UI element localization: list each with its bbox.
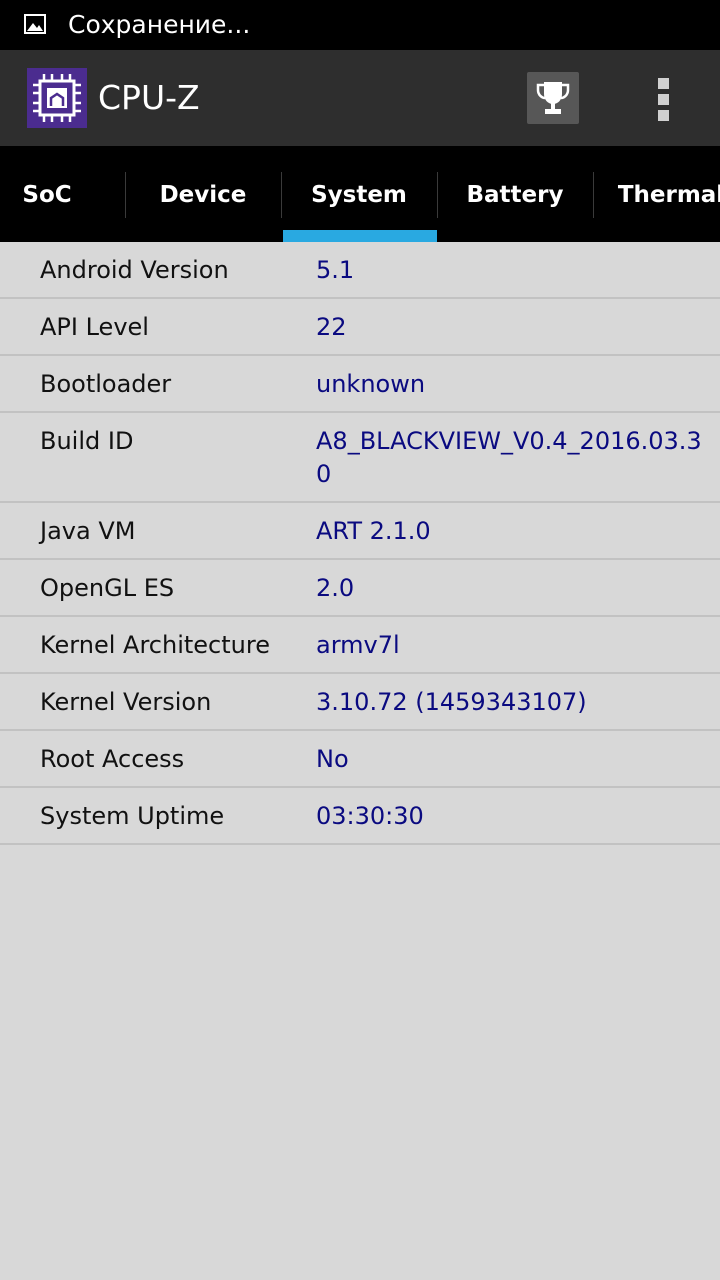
tab-bar: SoC Device System Battery Thermal bbox=[0, 146, 720, 242]
info-row-api-level: API Level 22 bbox=[0, 299, 720, 356]
info-row-android-version: Android Version 5.1 bbox=[0, 242, 720, 299]
info-row-build-id: Build ID A8_BLACKVIEW_V0.4_2016.03.30 bbox=[0, 413, 720, 503]
info-value: 3.10.72 (1459343107) bbox=[316, 688, 587, 716]
info-label: Java VM bbox=[40, 517, 136, 545]
tab-label: System bbox=[311, 182, 407, 208]
info-value: A8_BLACKVIEW_V0.4_2016.03.30 bbox=[316, 427, 702, 488]
tab-label: Battery bbox=[466, 182, 564, 208]
status-notification-text: Сохранение... bbox=[68, 10, 251, 39]
tab-label: Device bbox=[159, 182, 247, 208]
cpu-chip-icon bbox=[27, 68, 87, 128]
info-value: No bbox=[316, 745, 349, 773]
info-label: System Uptime bbox=[40, 802, 225, 830]
info-row-java-vm: Java VM ART 2.1.0 bbox=[0, 503, 720, 560]
info-row-system-uptime: System Uptime 03:30:30 bbox=[0, 788, 720, 845]
tab-system[interactable]: System bbox=[281, 146, 437, 242]
info-row-root-access: Root Access No bbox=[0, 731, 720, 788]
info-value: ART 2.1.0 bbox=[316, 517, 431, 545]
info-value: unknown bbox=[316, 370, 426, 398]
info-value: 5.1 bbox=[316, 256, 355, 284]
info-label: Bootloader bbox=[40, 370, 172, 398]
info-label: Build ID bbox=[40, 427, 134, 455]
info-value: 22 bbox=[316, 313, 347, 341]
info-label: Kernel Version bbox=[40, 688, 212, 716]
image-icon bbox=[24, 14, 46, 34]
tab-label: SoC bbox=[22, 182, 72, 208]
selected-tab-indicator bbox=[283, 230, 437, 242]
tab-device[interactable]: Device bbox=[125, 146, 281, 242]
info-row-kernel-architecture: Kernel Architecture armv7l bbox=[0, 617, 720, 674]
trophy-button[interactable] bbox=[527, 72, 579, 124]
overflow-menu-button[interactable] bbox=[640, 72, 686, 124]
status-bar: Сохранение... bbox=[0, 0, 720, 50]
info-label: OpenGL ES bbox=[40, 574, 175, 602]
app-title: CPU-Z bbox=[98, 78, 200, 117]
system-info-list: Android Version 5.1 API Level 22 Bootloa… bbox=[0, 242, 720, 845]
info-value: armv7l bbox=[316, 631, 400, 659]
info-value: 2.0 bbox=[316, 574, 355, 602]
tab-label: Thermal bbox=[617, 182, 720, 208]
info-label: Android Version bbox=[40, 256, 229, 284]
tab-thermal[interactable]: Thermal bbox=[593, 146, 720, 242]
info-label: Root Access bbox=[40, 745, 185, 773]
info-label: API Level bbox=[40, 313, 149, 341]
tab-soc[interactable]: SoC bbox=[0, 146, 125, 242]
info-row-opengl-es: OpenGL ES 2.0 bbox=[0, 560, 720, 617]
info-label: Kernel Architecture bbox=[40, 631, 270, 659]
info-row-kernel-version: Kernel Version 3.10.72 (1459343107) bbox=[0, 674, 720, 731]
info-row-bootloader: Bootloader unknown bbox=[0, 356, 720, 413]
info-value: 03:30:30 bbox=[316, 802, 424, 830]
tab-battery[interactable]: Battery bbox=[437, 146, 593, 242]
app-bar: CPU-Z bbox=[0, 50, 720, 146]
